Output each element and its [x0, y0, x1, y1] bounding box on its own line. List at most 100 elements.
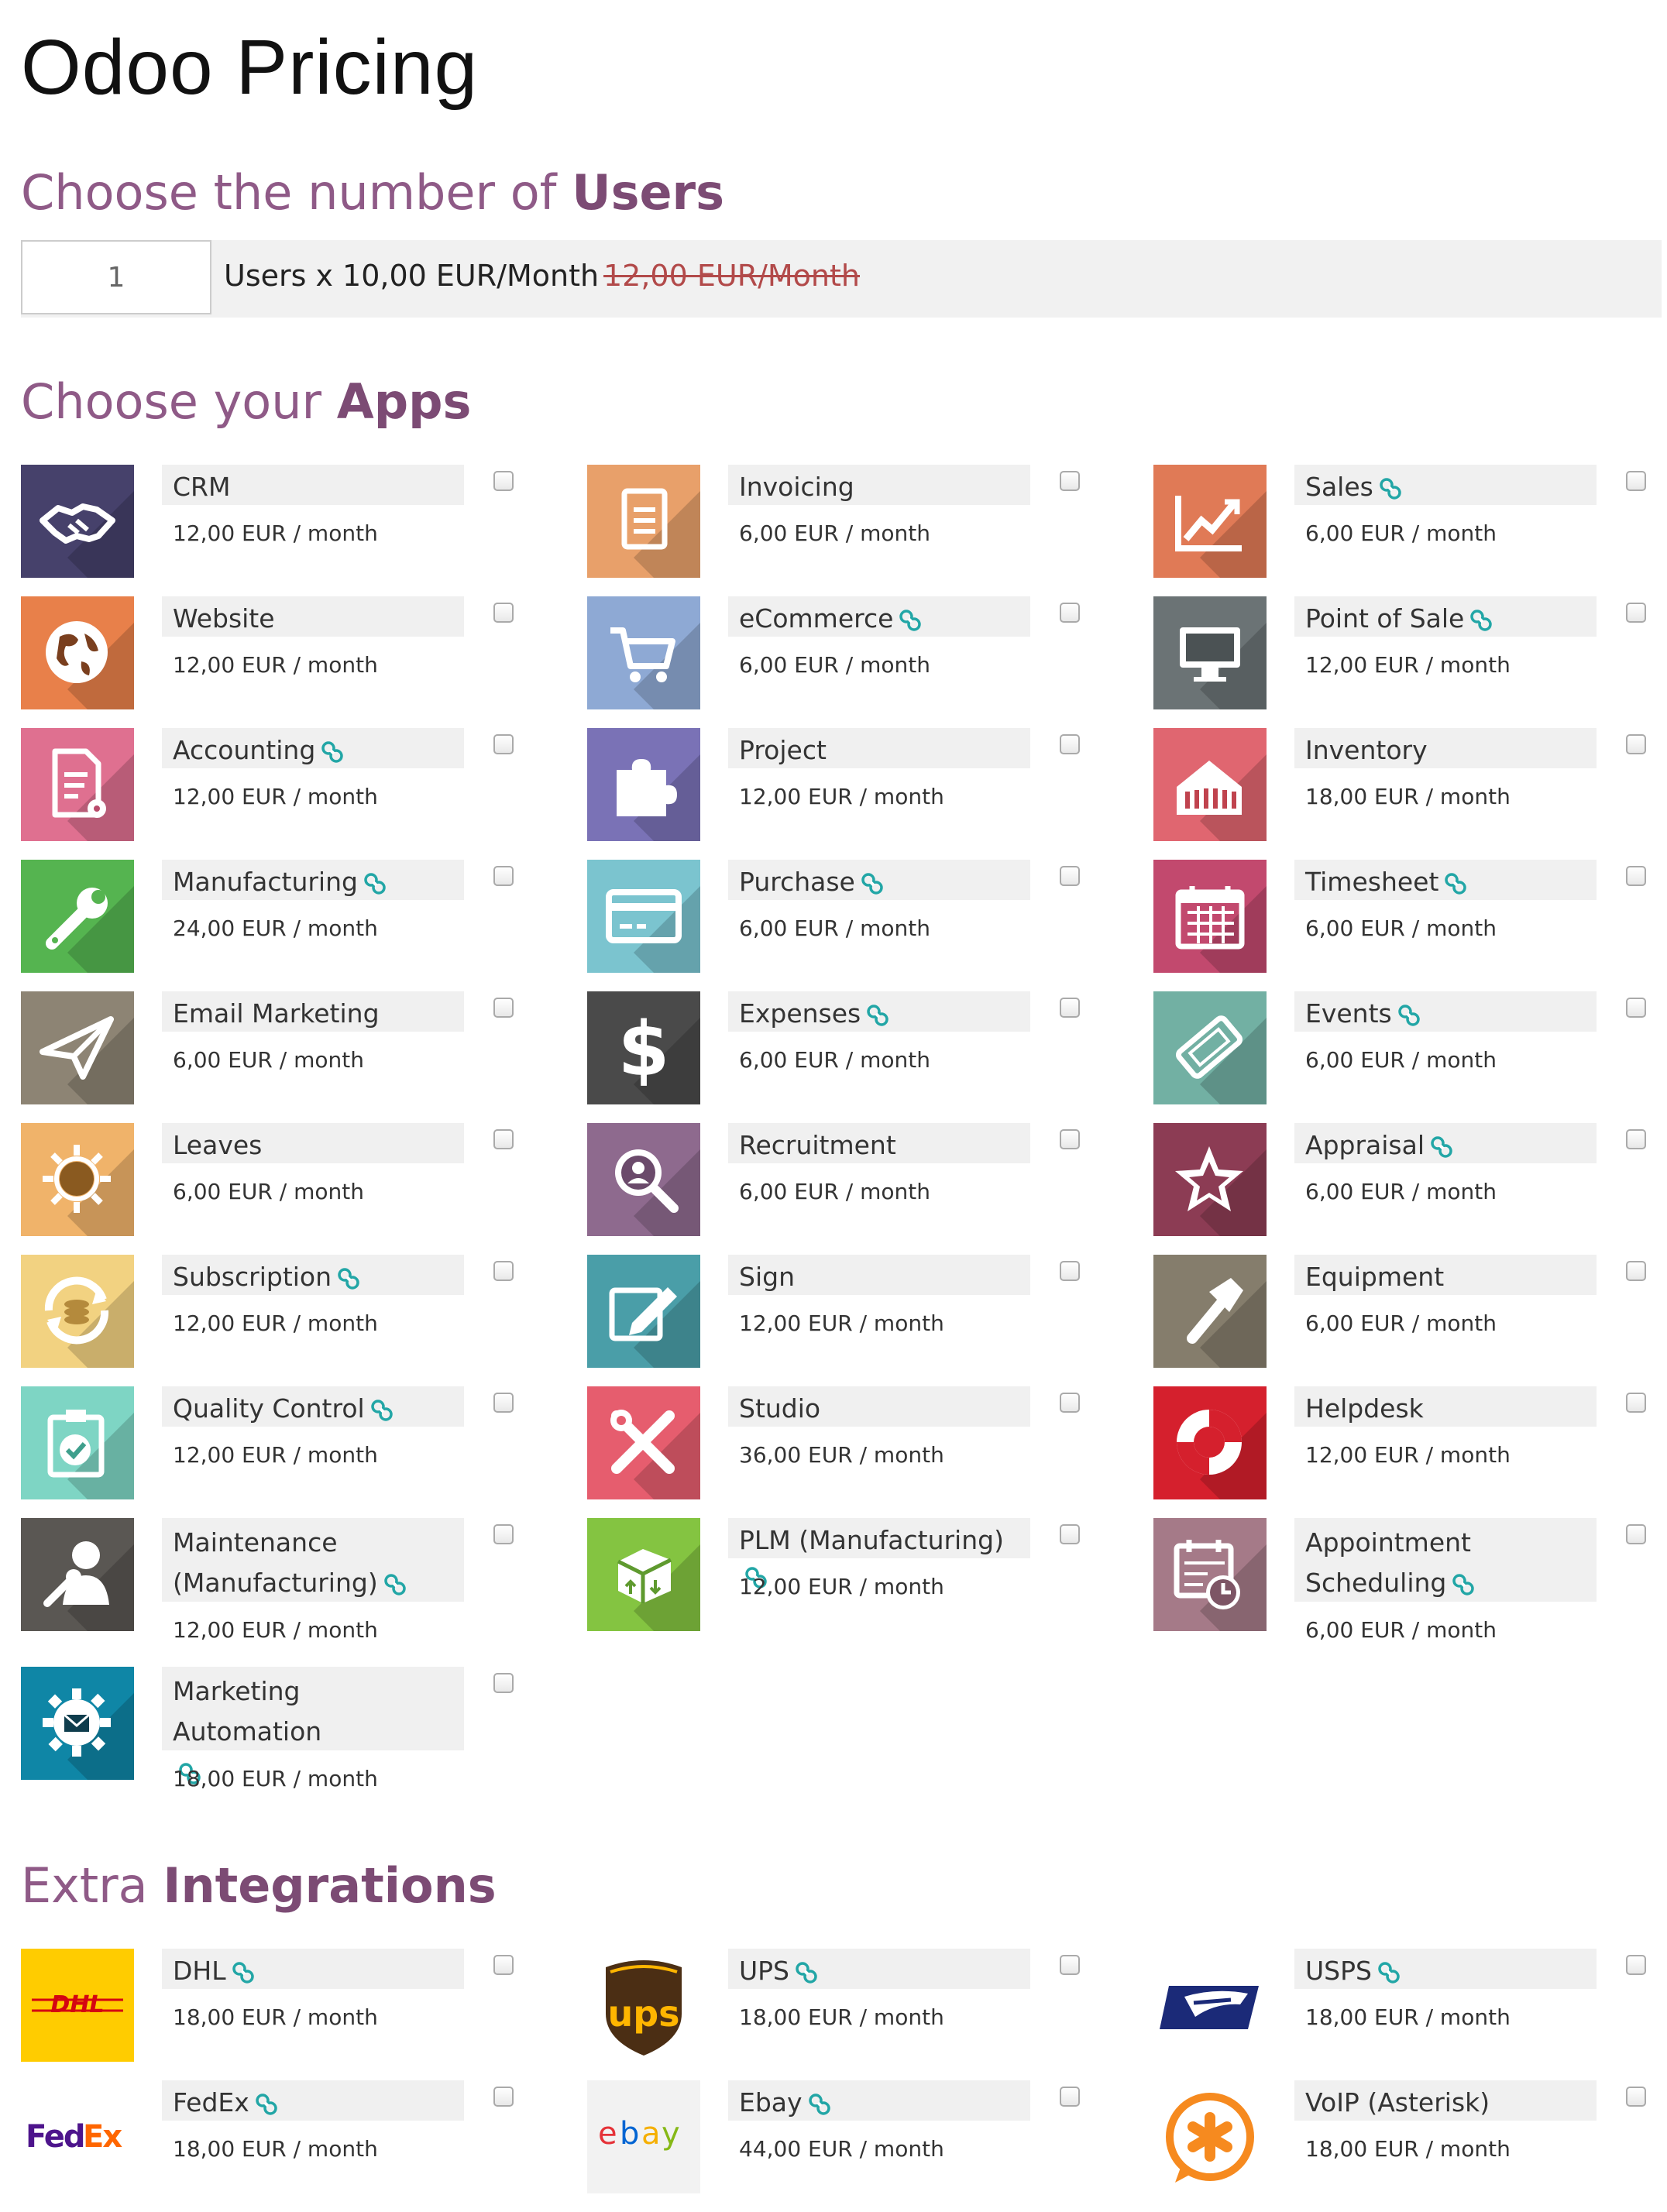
apps-heading: Choose your Apps	[21, 373, 472, 430]
app-card-project: Project 12,00 EUR / month	[587, 728, 1153, 860]
link-icon	[1452, 1573, 1475, 1595]
ups-logo-icon: ups	[587, 1949, 700, 2062]
user-count-input[interactable]	[21, 240, 211, 314]
select-ups-checkbox[interactable]	[1060, 1955, 1080, 1975]
app-name: Recruitment	[728, 1123, 1030, 1163]
app-name: USPS	[1294, 1949, 1597, 1989]
app-card-website: Website 12,00 EUR / month	[21, 596, 587, 728]
app-name: Expenses	[728, 991, 1030, 1032]
app-card-plm-manufacturing: PLM (Manufacturing) 12,00 EUR / month	[587, 1518, 1153, 1650]
select-ebay-checkbox[interactable]	[1060, 2087, 1080, 2107]
app-name-label: Helpdesk	[1305, 1393, 1424, 1424]
app-name: Maintenance (Manufacturing)	[162, 1518, 464, 1602]
page-title: Odoo Pricing	[21, 24, 479, 111]
select-studio-checkbox[interactable]	[1060, 1393, 1080, 1413]
link-icon	[232, 1961, 254, 1984]
select-invoicing-checkbox[interactable]	[1060, 471, 1080, 491]
select-accounting-checkbox[interactable]	[493, 734, 514, 754]
app-price: 6,00 EUR / month	[739, 652, 930, 678]
app-card-ebay: e b a y Ebay 44,00 EUR / month	[587, 2080, 1153, 2212]
select-maintenance-checkbox[interactable]	[493, 1524, 514, 1544]
svg-text:a: a	[641, 2116, 659, 2152]
handshake-icon	[21, 465, 134, 578]
select-project-checkbox[interactable]	[1060, 734, 1080, 754]
select-fedex-checkbox[interactable]	[493, 2087, 514, 2107]
chart-trend-icon	[1153, 465, 1267, 578]
app-price: 12,00 EUR / month	[739, 1574, 944, 1599]
select-timesheet-checkbox[interactable]	[1626, 866, 1646, 886]
monitor-icon	[1153, 596, 1267, 709]
select-manufacturing-checkbox[interactable]	[493, 866, 514, 886]
svg-text:$: $	[618, 1006, 670, 1093]
select-dhl-checkbox[interactable]	[493, 1955, 514, 1975]
app-card-timesheet: Timesheet 6,00 EUR / month	[1153, 860, 1667, 991]
pen-edit-icon	[587, 1255, 700, 1368]
app-price: 24,00 EUR / month	[173, 915, 378, 941]
app-name-label: eCommerce	[739, 603, 894, 634]
app-price: 12,00 EUR / month	[1305, 652, 1511, 678]
app-name-label: Maintenance	[173, 1527, 338, 1558]
select-ecommerce-checkbox[interactable]	[1060, 603, 1080, 623]
app-name: PLM (Manufacturing)	[728, 1518, 1030, 1589]
select-helpdesk-checkbox[interactable]	[1626, 1393, 1646, 1413]
select-usps-checkbox[interactable]	[1626, 1955, 1646, 1975]
app-name: Email Marketing	[162, 991, 464, 1032]
app-price: 12,00 EUR / month	[173, 1310, 378, 1336]
select-quality-control-checkbox[interactable]	[493, 1393, 514, 1413]
select-plm-manufacturing-checkbox[interactable]	[1060, 1524, 1080, 1544]
select-recruitment-checkbox[interactable]	[1060, 1129, 1080, 1149]
link-icon	[1470, 609, 1493, 631]
app-price: 6,00 EUR / month	[1305, 1179, 1497, 1204]
select-expenses-checkbox[interactable]	[1060, 998, 1080, 1018]
app-name: Purchase	[728, 860, 1030, 900]
cart-icon	[587, 596, 700, 709]
apps-grid: CRM 12,00 EUR / month Invoicing 6,00 EUR / …	[21, 465, 1667, 1815]
app-price: 18,00 EUR / month	[173, 2136, 378, 2162]
select-events-checkbox[interactable]	[1626, 998, 1646, 1018]
svg-text:DHL: DHL	[50, 1991, 104, 2018]
app-name-label: Accounting	[173, 735, 316, 765]
app-card-dhl: DHL DHL 18,00 EUR / month	[21, 1949, 587, 2080]
select-email-marketing-checkbox[interactable]	[493, 998, 514, 1018]
svg-text:b: b	[620, 2116, 638, 2152]
select-crm-checkbox[interactable]	[493, 471, 514, 491]
select-point-of-sale-checkbox[interactable]	[1626, 603, 1646, 623]
app-name-label: Quality Control	[173, 1393, 365, 1424]
app-price: 12,00 EUR / month	[173, 1442, 378, 1468]
app-price: 12,00 EUR / month	[173, 1617, 378, 1643]
select-appraisal-checkbox[interactable]	[1626, 1129, 1646, 1149]
app-price: 12,00 EUR / month	[739, 784, 944, 809]
svg-text:ups: ups	[607, 1993, 679, 2035]
app-card-appointment: Appointment Scheduling 6,00 EUR / month	[1153, 1518, 1667, 1667]
app-name-label: Purchase	[739, 867, 855, 897]
select-equipment-checkbox[interactable]	[1626, 1261, 1646, 1281]
calendar-clock-icon	[1153, 1518, 1267, 1631]
app-name-label-line2: (Manufacturing)	[173, 1568, 378, 1598]
app-name-label: Project	[739, 735, 827, 765]
app-name: Subscription	[162, 1255, 464, 1295]
select-appointment-checkbox[interactable]	[1626, 1524, 1646, 1544]
select-sales-checkbox[interactable]	[1626, 471, 1646, 491]
select-website-checkbox[interactable]	[493, 603, 514, 623]
star-icon	[1153, 1123, 1267, 1236]
app-name-label: Recruitment	[739, 1130, 896, 1160]
app-name-label: DHL	[173, 1956, 226, 1986]
clipboard-check-icon	[21, 1386, 134, 1499]
refresh-coins-icon	[21, 1255, 134, 1368]
app-name: Leaves	[162, 1123, 464, 1163]
select-subscription-checkbox[interactable]	[493, 1261, 514, 1281]
app-name-label: Point of Sale	[1305, 603, 1465, 634]
dhl-logo-icon: DHL	[21, 1949, 134, 2062]
select-voip-asterisk-checkbox[interactable]	[1626, 2087, 1646, 2107]
select-marketing-automation-checkbox[interactable]	[493, 1673, 514, 1693]
app-card-sign: Sign 12,00 EUR / month	[587, 1255, 1153, 1386]
select-purchase-checkbox[interactable]	[1060, 866, 1080, 886]
app-price: 44,00 EUR / month	[739, 2136, 944, 2162]
link-icon	[1378, 1961, 1400, 1984]
select-inventory-checkbox[interactable]	[1626, 734, 1646, 754]
link-icon	[383, 1573, 406, 1595]
package-icon	[587, 1518, 700, 1631]
app-name-label-line2: Scheduling	[1305, 1568, 1447, 1598]
select-sign-checkbox[interactable]	[1060, 1261, 1080, 1281]
select-leaves-checkbox[interactable]	[493, 1129, 514, 1149]
